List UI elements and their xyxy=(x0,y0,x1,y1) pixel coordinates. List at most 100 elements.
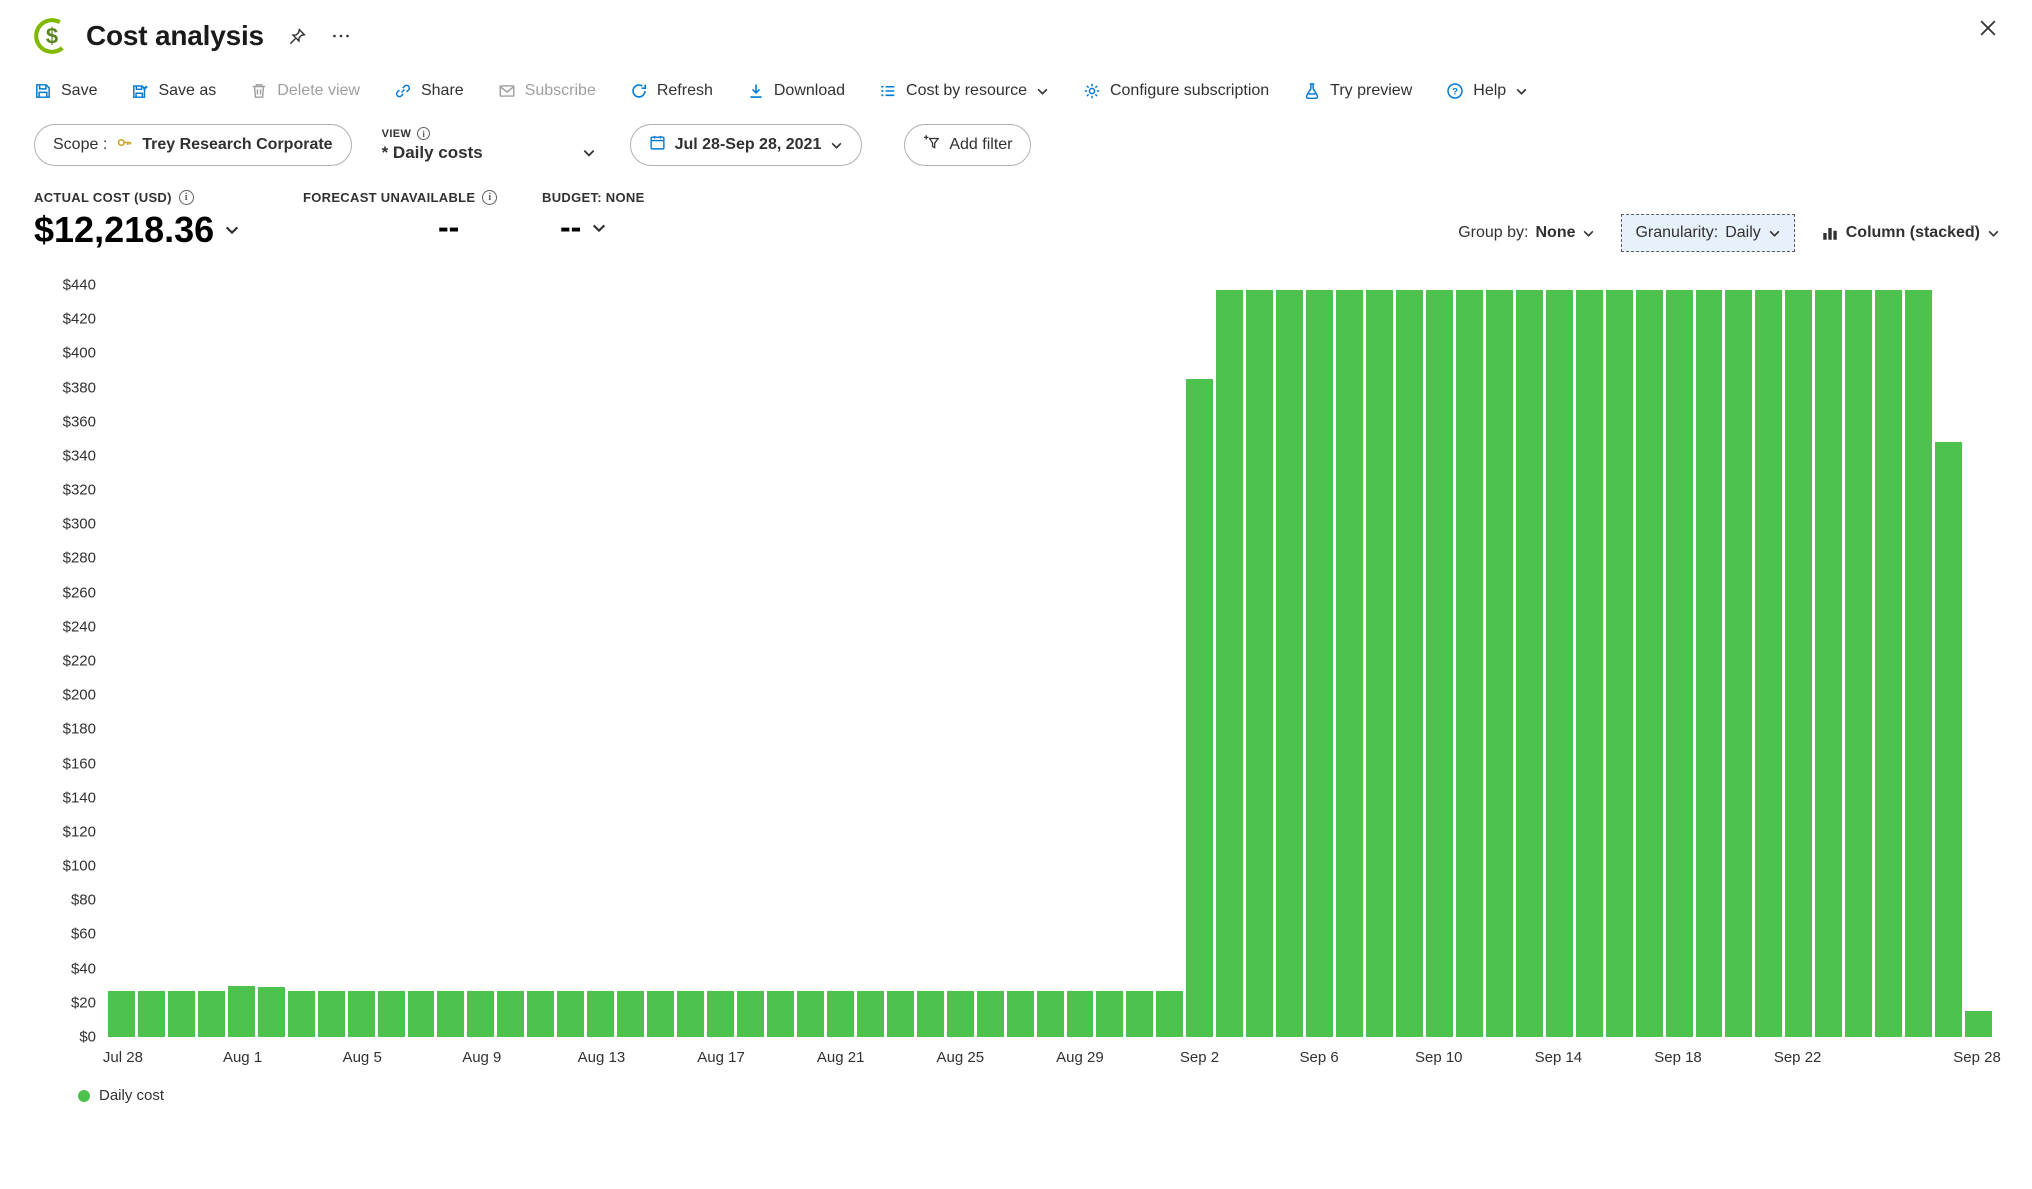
chart-type-value: Column (stacked) xyxy=(1846,224,1980,242)
cost-chart: $0$20$40$60$80$100$120$140$160$180$200$2… xyxy=(30,285,1992,1104)
bar-aug-18[interactable] xyxy=(737,991,764,1037)
bar-aug-31[interactable] xyxy=(1126,991,1153,1037)
bar-aug-13[interactable] xyxy=(587,991,614,1037)
bar-aug-16[interactable] xyxy=(677,991,704,1037)
scope-pill[interactable]: Scope : Trey Research Corporate xyxy=(34,124,352,166)
bar-sep-2[interactable] xyxy=(1186,379,1213,1037)
bar-aug-30[interactable] xyxy=(1096,991,1123,1037)
close-icon[interactable] xyxy=(1978,18,1998,43)
bar-sep-8[interactable] xyxy=(1366,290,1393,1037)
try-preview-button[interactable]: Try preview xyxy=(1303,82,1412,100)
kpi-actual-cost[interactable]: ACTUAL COST (USD) $12,218.36 xyxy=(34,190,303,251)
chart-type-dropdown[interactable]: Column (stacked) xyxy=(1821,224,2000,242)
kpi-budget[interactable]: BUDGET: NONE -- xyxy=(542,190,645,246)
bar-aug-15[interactable] xyxy=(647,991,674,1037)
bar-jul-30[interactable] xyxy=(168,991,195,1037)
bar-aug-1[interactable] xyxy=(228,986,255,1037)
chevron-down-icon[interactable] xyxy=(591,220,607,236)
configure-subscription-button[interactable]: Configure subscription xyxy=(1083,82,1269,100)
bar-aug-19[interactable] xyxy=(767,991,794,1037)
bar-aug-3[interactable] xyxy=(288,991,315,1037)
chevron-down-icon[interactable] xyxy=(224,222,240,238)
bar-aug-17[interactable] xyxy=(707,991,734,1037)
refresh-button[interactable]: Refresh xyxy=(630,82,713,100)
bar-sep-27[interactable] xyxy=(1935,442,1962,1037)
granularity-dropdown[interactable]: Granularity: Daily xyxy=(1621,214,1794,252)
bar-sep-15[interactable] xyxy=(1576,290,1603,1037)
y-tick-label: $40 xyxy=(71,960,96,977)
bar-aug-25[interactable] xyxy=(947,991,974,1037)
download-button[interactable]: Download xyxy=(747,82,845,100)
bar-sep-6[interactable] xyxy=(1306,290,1333,1037)
bar-sep-7[interactable] xyxy=(1336,290,1363,1037)
bar-sep-5[interactable] xyxy=(1276,290,1303,1037)
bar-sep-24[interactable] xyxy=(1845,290,1872,1037)
delete-view-button[interactable]: Delete view xyxy=(250,82,360,100)
help-button[interactable]: ? Help xyxy=(1446,82,1528,100)
share-label: Share xyxy=(421,82,464,100)
list-icon xyxy=(879,82,897,100)
bar-sep-1[interactable] xyxy=(1156,991,1183,1037)
bar-sep-11[interactable] xyxy=(1456,290,1483,1037)
group-by-dropdown[interactable]: Group by: None xyxy=(1458,224,1595,242)
bar-sep-19[interactable] xyxy=(1696,290,1723,1037)
bar-sep-26[interactable] xyxy=(1905,290,1932,1037)
svg-text:?: ? xyxy=(1452,86,1458,97)
bar-sep-17[interactable] xyxy=(1636,290,1663,1037)
bar-aug-21[interactable] xyxy=(827,991,854,1037)
bar-jul-31[interactable] xyxy=(198,991,225,1037)
pin-icon[interactable] xyxy=(288,27,307,46)
bar-sep-3[interactable] xyxy=(1216,290,1243,1037)
bar-sep-25[interactable] xyxy=(1875,290,1902,1037)
bar-aug-12[interactable] xyxy=(557,991,584,1037)
actual-cost-value: $12,218.36 xyxy=(34,209,214,251)
bar-aug-2[interactable] xyxy=(258,987,285,1037)
bar-aug-26[interactable] xyxy=(977,991,1004,1037)
bar-sep-13[interactable] xyxy=(1516,290,1543,1037)
bar-aug-7[interactable] xyxy=(408,991,435,1037)
bar-sep-18[interactable] xyxy=(1666,290,1693,1037)
bar-sep-9[interactable] xyxy=(1396,290,1423,1037)
subscribe-button[interactable]: Subscribe xyxy=(498,82,596,100)
share-button[interactable]: Share xyxy=(394,82,464,100)
bar-aug-10[interactable] xyxy=(497,991,524,1037)
bar-aug-28[interactable] xyxy=(1037,991,1064,1037)
add-filter-button[interactable]: Add filter xyxy=(904,124,1031,166)
bar-sep-10[interactable] xyxy=(1426,290,1453,1037)
bar-aug-20[interactable] xyxy=(797,991,824,1037)
date-range-pill[interactable]: Jul 28-Sep 28, 2021 xyxy=(630,124,863,166)
bar-sep-16[interactable] xyxy=(1606,290,1633,1037)
group-by-value: None xyxy=(1535,224,1575,242)
bar-aug-5[interactable] xyxy=(348,991,375,1037)
bar-sep-14[interactable] xyxy=(1546,290,1573,1037)
bar-aug-23[interactable] xyxy=(887,991,914,1037)
bar-aug-8[interactable] xyxy=(437,991,464,1037)
view-selector[interactable]: VIEW * Daily costs xyxy=(382,127,600,163)
add-filter-label: Add filter xyxy=(949,136,1012,154)
bar-sep-21[interactable] xyxy=(1755,290,1782,1037)
save-as-button[interactable]: Save as xyxy=(131,82,216,100)
bar-aug-6[interactable] xyxy=(378,991,405,1037)
filter-bar: Scope : Trey Research Corporate VIEW * D… xyxy=(0,116,2032,174)
bar-sep-22[interactable] xyxy=(1785,290,1812,1037)
save-button[interactable]: Save xyxy=(34,82,97,100)
bar-sep-12[interactable] xyxy=(1486,290,1513,1037)
bar-aug-14[interactable] xyxy=(617,991,644,1037)
more-options-icon[interactable] xyxy=(331,26,351,46)
bar-aug-24[interactable] xyxy=(917,991,944,1037)
cost-by-resource-button[interactable]: Cost by resource xyxy=(879,82,1049,100)
bar-aug-9[interactable] xyxy=(467,991,494,1037)
page-title: Cost analysis xyxy=(86,20,264,52)
bar-aug-22[interactable] xyxy=(857,991,884,1037)
bar-aug-4[interactable] xyxy=(318,991,345,1037)
bar-jul-28[interactable] xyxy=(108,991,135,1037)
bar-jul-29[interactable] xyxy=(138,991,165,1037)
bar-sep-28[interactable] xyxy=(1965,1011,1992,1037)
bar-aug-29[interactable] xyxy=(1067,991,1094,1037)
bar-sep-20[interactable] xyxy=(1725,290,1752,1037)
bar-sep-23[interactable] xyxy=(1815,290,1842,1037)
bar-aug-27[interactable] xyxy=(1007,991,1034,1037)
granularity-value: Daily xyxy=(1725,224,1761,242)
bar-sep-4[interactable] xyxy=(1246,290,1273,1037)
bar-aug-11[interactable] xyxy=(527,991,554,1037)
